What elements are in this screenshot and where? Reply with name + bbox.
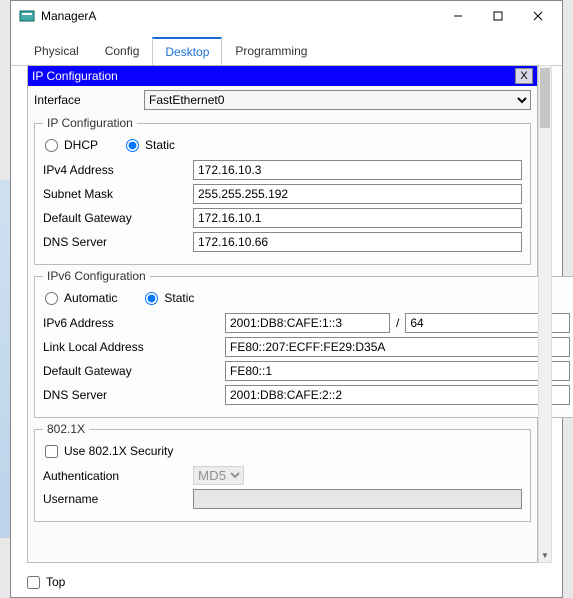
top-checkbox[interactable]: [27, 576, 40, 589]
ipv4-address-label: IPv4 Address: [43, 163, 193, 177]
dot1x-use-label: Use 802.1X Security: [64, 444, 173, 458]
content-panel: IP Configuration X Interface FastEtherne…: [27, 65, 538, 563]
subnet-mask-label: Subnet Mask: [43, 187, 193, 201]
dot1x-legend: 802.1X: [43, 422, 89, 436]
ipv4-dns-label: DNS Server: [43, 235, 193, 249]
tab-desktop[interactable]: Desktop: [152, 37, 222, 66]
link-local-label: Link Local Address: [43, 340, 225, 354]
close-button[interactable]: [518, 2, 558, 30]
dot1x-user-label: Username: [43, 492, 193, 506]
dot1x-use-row: Use 802.1X Security: [45, 444, 522, 458]
ipv6-dns-input[interactable]: [225, 385, 570, 405]
vertical-scrollbar[interactable]: ▲ ▼: [538, 65, 552, 563]
top-label: Top: [46, 575, 65, 589]
ipv6-legend: IPv6 Configuration: [43, 269, 150, 283]
titlebar: ManagerA: [11, 1, 562, 31]
ipv6-address-input[interactable]: [225, 313, 390, 333]
app-window: ManagerA Physical Config Desktop Program…: [10, 0, 563, 598]
ipv4-fieldset: IP Configuration DHCP Static IPv4 Addres…: [34, 116, 531, 265]
maximize-button[interactable]: [478, 2, 518, 30]
ipv4-static-option[interactable]: Static: [126, 138, 175, 152]
ipv6-auto-radio[interactable]: [45, 292, 58, 305]
dot1x-fieldset: 802.1X Use 802.1X Security Authenticatio…: [34, 422, 531, 522]
ipv6-auto-option[interactable]: Automatic: [45, 291, 117, 305]
dot1x-user-input: [193, 489, 522, 509]
ipv4-legend: IP Configuration: [43, 116, 137, 130]
tab-bar: Physical Config Desktop Programming: [11, 31, 562, 66]
ipv4-address-input[interactable]: [193, 160, 522, 180]
ipv4-dns-input[interactable]: [193, 232, 522, 252]
dot1x-auth-label: Authentication: [43, 469, 193, 483]
ipv6-gateway-input[interactable]: [225, 361, 570, 381]
ipv6-static-radio[interactable]: [145, 292, 158, 305]
ipv4-static-radio[interactable]: [126, 139, 139, 152]
prefix-separator: /: [396, 316, 399, 330]
ipv6-gateway-label: Default Gateway: [43, 364, 225, 378]
panel-close-button[interactable]: X: [515, 68, 533, 84]
minimize-button[interactable]: [438, 2, 478, 30]
ipv4-dhcp-label: DHCP: [64, 138, 98, 152]
interface-row: Interface FastEthernet0: [28, 86, 537, 114]
interface-label: Interface: [34, 93, 144, 107]
panel-header: IP Configuration X: [28, 66, 537, 86]
ipv4-dhcp-option[interactable]: DHCP: [45, 138, 98, 152]
dot1x-use-checkbox[interactable]: [45, 445, 58, 458]
scroll-thumb[interactable]: [540, 68, 550, 128]
tab-physical[interactable]: Physical: [21, 37, 92, 65]
ipv4-mode-row: DHCP Static: [45, 138, 522, 152]
link-local-input[interactable]: [225, 337, 570, 357]
ipv6-mode-row: Automatic Static: [45, 291, 570, 305]
tab-programming[interactable]: Programming: [222, 37, 320, 65]
ipv6-fieldset: IPv6 Configuration Automatic Static IPv6…: [34, 269, 573, 418]
ipv6-dns-label: DNS Server: [43, 388, 225, 402]
interface-select[interactable]: FastEthernet0: [144, 90, 531, 110]
ipv6-static-option[interactable]: Static: [145, 291, 194, 305]
dot1x-auth-select: MD5: [193, 466, 244, 485]
background-decoration: [0, 180, 10, 538]
ipv6-address-label: IPv6 Address: [43, 316, 225, 330]
ipv4-dhcp-radio[interactable]: [45, 139, 58, 152]
footer: Top: [27, 575, 65, 589]
app-icon: [19, 8, 35, 24]
ipv4-gateway-input[interactable]: [193, 208, 522, 228]
subnet-mask-input[interactable]: [193, 184, 522, 204]
ipv6-static-label: Static: [164, 291, 194, 305]
panel-title: IP Configuration: [32, 69, 515, 83]
ipv4-static-label: Static: [145, 138, 175, 152]
ipv6-auto-label: Automatic: [64, 291, 117, 305]
ipv4-gateway-label: Default Gateway: [43, 211, 193, 225]
window-title: ManagerA: [41, 9, 438, 23]
scroll-down-icon[interactable]: ▼: [539, 548, 551, 562]
tab-config[interactable]: Config: [92, 37, 153, 65]
